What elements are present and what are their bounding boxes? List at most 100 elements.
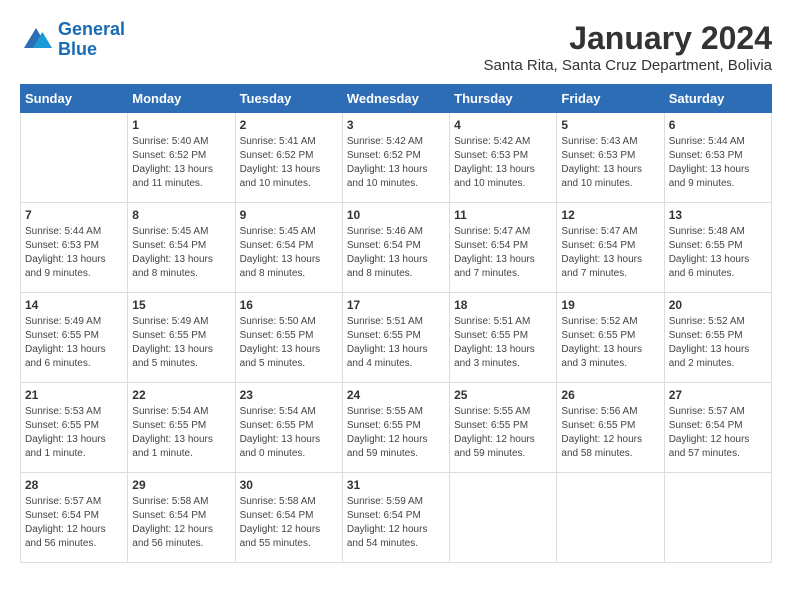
calendar-cell: 22 Sunrise: 5:54 AMSunset: 6:55 PMDayligh… [128,383,235,473]
calendar-cell: 20 Sunrise: 5:52 AMSunset: 6:55 PMDayligh… [664,293,771,383]
calendar-cell: 24 Sunrise: 5:55 AMSunset: 6:55 PMDayligh… [342,383,449,473]
day-number: 2 [240,118,338,132]
day-of-week-header: Saturday [664,85,771,113]
calendar-cell: 29 Sunrise: 5:58 AMSunset: 6:54 PMDayligh… [128,473,235,563]
day-number: 15 [132,298,230,312]
day-of-week-header: Wednesday [342,85,449,113]
day-info: Sunrise: 5:43 AMSunset: 6:53 PMDaylight:… [561,135,659,191]
day-number: 27 [669,388,767,402]
title-block: January 2024 Santa Rita, Santa Cruz Depa… [484,20,772,74]
day-number: 8 [132,208,230,222]
calendar-cell: 11 Sunrise: 5:47 AMSunset: 6:54 PMDayligh… [450,203,557,293]
calendar-cell: 23 Sunrise: 5:54 AMSunset: 6:55 PMDayligh… [235,383,342,473]
logo-line2: Blue [58,39,97,59]
calendar-cell: 14 Sunrise: 5:49 AMSunset: 6:55 PMDayligh… [21,293,128,383]
day-number: 20 [669,298,767,312]
location-subtitle: Santa Rita, Santa Cruz Department, Boliv… [484,57,772,74]
day-number: 22 [132,388,230,402]
calendar-cell: 31 Sunrise: 5:59 AMSunset: 6:54 PMDayligh… [342,473,449,563]
calendar-cell [664,473,771,563]
calendar-cell: 26Sunrise: 5:56 AMSunset: 6:55 PMDayligh… [557,383,664,473]
day-info: Sunrise: 5:52 AMSunset: 6:55 PMDaylight:… [669,315,767,371]
logo-text: General Blue [58,20,125,60]
day-info: Sunrise: 5:55 AMSunset: 6:55 PMDaylight:… [454,405,552,461]
calendar-body: 1 Sunrise: 5:40 AMSunset: 6:52 PMDaylight… [21,113,772,563]
calendar-week-row: 21Sunrise: 5:53 AMSunset: 6:55 PMDayligh… [21,383,772,473]
day-info: Sunrise: 5:49 AMSunset: 6:55 PMDaylight:… [25,315,123,371]
logo-line1: General [58,19,125,39]
logo-icon [20,24,52,56]
day-info: Sunrise: 5:52 AMSunset: 6:55 PMDaylight:… [561,315,659,371]
calendar-cell: 12Sunrise: 5:47 AMSunset: 6:54 PMDayligh… [557,203,664,293]
calendar-week-row: 28 Sunrise: 5:57 AMSunset: 6:54 PMDayligh… [21,473,772,563]
calendar-week-row: 1 Sunrise: 5:40 AMSunset: 6:52 PMDaylight… [21,113,772,203]
calendar-cell: 9 Sunrise: 5:45 AMSunset: 6:54 PMDaylight… [235,203,342,293]
day-number: 12 [561,208,659,222]
calendar-cell: 16 Sunrise: 5:50 AMSunset: 6:55 PMDayligh… [235,293,342,383]
day-of-week-header: Friday [557,85,664,113]
day-info: Sunrise: 5:44 AMSunset: 6:53 PMDaylight:… [669,135,767,191]
day-info: Sunrise: 5:45 AMSunset: 6:54 PMDaylight:… [132,225,230,281]
day-number: 31 [347,478,445,492]
calendar-cell: 1 Sunrise: 5:40 AMSunset: 6:52 PMDaylight… [128,113,235,203]
day-number: 29 [132,478,230,492]
logo: General Blue [20,20,125,60]
calendar-cell: 7 Sunrise: 5:44 AMSunset: 6:53 PMDaylight… [21,203,128,293]
calendar-cell: 10 Sunrise: 5:46 AMSunset: 6:54 PMDayligh… [342,203,449,293]
calendar-cell: 27 Sunrise: 5:57 AMSunset: 6:54 PMDayligh… [664,383,771,473]
days-of-week-row: SundayMondayTuesdayWednesdayThursdayFrid… [21,85,772,113]
calendar-cell: 6Sunrise: 5:44 AMSunset: 6:53 PMDaylight… [664,113,771,203]
day-number: 14 [25,298,123,312]
day-info: Sunrise: 5:46 AMSunset: 6:54 PMDaylight:… [347,225,445,281]
day-info: Sunrise: 5:59 AMSunset: 6:54 PMDaylight:… [347,495,445,551]
day-number: 13 [669,208,767,222]
day-info: Sunrise: 5:44 AMSunset: 6:53 PMDaylight:… [25,225,123,281]
calendar-cell: 8 Sunrise: 5:45 AMSunset: 6:54 PMDaylight… [128,203,235,293]
day-info: Sunrise: 5:57 AMSunset: 6:54 PMDaylight:… [669,405,767,461]
day-number: 25 [454,388,552,402]
calendar-week-row: 14 Sunrise: 5:49 AMSunset: 6:55 PMDayligh… [21,293,772,383]
day-info: Sunrise: 5:58 AMSunset: 6:54 PMDaylight:… [240,495,338,551]
day-info: Sunrise: 5:40 AMSunset: 6:52 PMDaylight:… [132,135,230,191]
calendar-header: SundayMondayTuesdayWednesdayThursdayFrid… [21,85,772,113]
day-number: 28 [25,478,123,492]
day-of-week-header: Monday [128,85,235,113]
calendar-cell [450,473,557,563]
calendar-cell: 19 Sunrise: 5:52 AMSunset: 6:55 PMDayligh… [557,293,664,383]
day-number: 11 [454,208,552,222]
day-number: 9 [240,208,338,222]
day-info: Sunrise: 5:51 AMSunset: 6:55 PMDaylight:… [347,315,445,371]
day-number: 7 [25,208,123,222]
day-of-week-header: Tuesday [235,85,342,113]
calendar-cell: 3Sunrise: 5:42 AMSunset: 6:52 PMDaylight… [342,113,449,203]
day-number: 1 [132,118,230,132]
day-info: Sunrise: 5:45 AMSunset: 6:54 PMDaylight:… [240,225,338,281]
day-info: Sunrise: 5:49 AMSunset: 6:55 PMDaylight:… [132,315,230,371]
day-info: Sunrise: 5:57 AMSunset: 6:54 PMDaylight:… [25,495,123,551]
day-number: 23 [240,388,338,402]
calendar-cell: 13 Sunrise: 5:48 AMSunset: 6:55 PMDayligh… [664,203,771,293]
day-number: 5 [561,118,659,132]
calendar-cell: 17Sunrise: 5:51 AMSunset: 6:55 PMDayligh… [342,293,449,383]
day-number: 10 [347,208,445,222]
calendar-cell: 25 Sunrise: 5:55 AMSunset: 6:55 PMDayligh… [450,383,557,473]
day-info: Sunrise: 5:55 AMSunset: 6:55 PMDaylight:… [347,405,445,461]
calendar-cell: 5 Sunrise: 5:43 AMSunset: 6:53 PMDaylight… [557,113,664,203]
day-info: Sunrise: 5:50 AMSunset: 6:55 PMDaylight:… [240,315,338,371]
day-info: Sunrise: 5:41 AMSunset: 6:52 PMDaylight:… [240,135,338,191]
day-number: 21 [25,388,123,402]
day-info: Sunrise: 5:58 AMSunset: 6:54 PMDaylight:… [132,495,230,551]
month-title: January 2024 [484,20,772,57]
calendar-cell: 18Sunrise: 5:51 AMSunset: 6:55 PMDayligh… [450,293,557,383]
day-info: Sunrise: 5:48 AMSunset: 6:55 PMDaylight:… [669,225,767,281]
day-number: 16 [240,298,338,312]
calendar-week-row: 7 Sunrise: 5:44 AMSunset: 6:53 PMDaylight… [21,203,772,293]
day-info: Sunrise: 5:54 AMSunset: 6:55 PMDaylight:… [132,405,230,461]
day-info: Sunrise: 5:54 AMSunset: 6:55 PMDaylight:… [240,405,338,461]
day-number: 24 [347,388,445,402]
calendar-table: SundayMondayTuesdayWednesdayThursdayFrid… [20,84,772,563]
day-number: 19 [561,298,659,312]
day-info: Sunrise: 5:47 AMSunset: 6:54 PMDaylight:… [454,225,552,281]
page-header: General Blue January 2024 Santa Rita, Sa… [20,20,772,74]
day-of-week-header: Sunday [21,85,128,113]
